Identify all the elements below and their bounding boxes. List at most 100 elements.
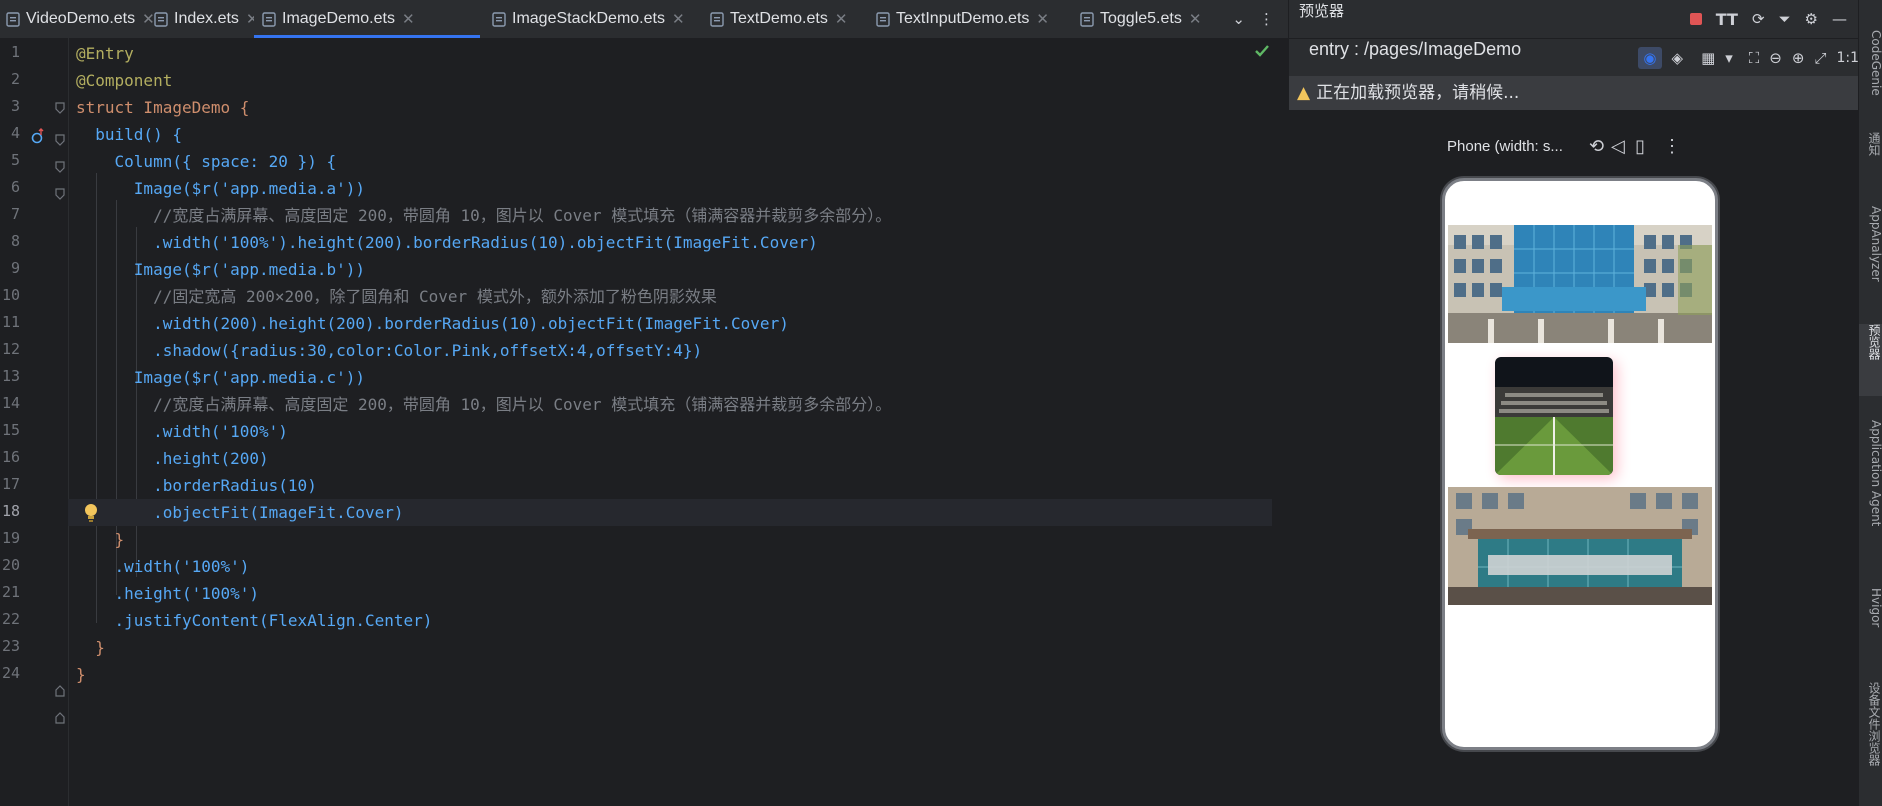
tab-label: TextInputDemo.ets [896,10,1030,27]
fold-end-icon[interactable] [55,685,65,697]
line-number: 9 [10,259,20,277]
override-marker-icon[interactable] [31,128,45,146]
code-text: .width(200).height(200).borderRadius(10)… [76,314,789,333]
strip-application-agent[interactable]: Application Agent [1859,420,1882,568]
tab-textdemo[interactable]: TextDemo.ets ✕ [710,0,847,38]
fold-end-icon[interactable] [55,712,65,724]
code-line: } [76,634,1272,661]
line-number: 21 [1,583,20,601]
strip-hvigor[interactable]: Hvigor [1859,588,1882,652]
image-b [1495,357,1613,475]
tab-toggle5[interactable]: Toggle5.ets ✕ [1080,0,1201,38]
back-icon[interactable]: ◁ [1611,136,1625,157]
line-number: 14 [1,394,20,412]
code-line: .width(200).height(200).borderRadius(10)… [76,310,1272,337]
code-area[interactable]: @Entry @Component struct ImageDemo { bui… [68,38,1272,806]
close-icon[interactable]: ✕ [1189,10,1202,28]
tab-imagedemo[interactable]: ImageDemo.ets ✕ [254,0,480,38]
filter-icon[interactable]: ⏷ [1779,10,1791,28]
close-icon[interactable]: ✕ [142,10,155,28]
loading-warning-text: 正在加载预览器，请稍候... [1316,83,1520,103]
refresh-icon[interactable]: ⟳ [1752,10,1765,28]
chevron-down-icon[interactable]: ⌄ [1232,10,1245,28]
code-text: .width('100%') [76,557,250,576]
code-text: .width('100%').height(200).borderRadius(… [76,233,818,252]
code-text: .width('100%') [76,422,288,441]
code-text: Image($r('app.media.a')) [76,179,365,198]
gear-icon[interactable]: ⚙ [1805,10,1818,28]
fold-icon[interactable] [55,102,65,114]
zoom-actual-size[interactable]: 1:1 [1836,50,1859,66]
tab-label: ImageStackDemo.ets [512,10,665,27]
zoom-out-icon[interactable]: ⊖ [1769,49,1782,67]
check-icon [1255,45,1269,57]
ets-file-icon [6,11,20,27]
strip-device-file-browser[interactable]: 设备文件浏览器 [1859,682,1882,800]
fit-screen-icon[interactable]: ⤢ [1814,49,1826,67]
close-icon[interactable]: ✕ [1036,10,1049,28]
zoom-in-icon[interactable]: ⊕ [1792,49,1805,67]
code-line: .height('100%') [76,580,1272,607]
code-line: @Component [76,67,1272,94]
strip-appanalyzer[interactable]: AppAnalyzer [1859,206,1882,312]
inspector-icon[interactable]: ◉ [1638,47,1662,69]
crop-icon[interactable]: ⛶ [1749,49,1760,67]
fold-icon[interactable] [55,161,65,173]
code-line: //固定宽高 200×200，除了圆角和 Cover 模式外，额外添加了粉色阴影… [76,283,1272,310]
code-line: .width('100%').height(200).borderRadius(… [76,229,1272,256]
editor-scrollbar[interactable] [1276,38,1288,806]
font-size-icon[interactable]: TT [1716,10,1738,29]
line-number: 5 [10,151,20,169]
ets-file-icon [492,11,506,27]
code-line-current[interactable]: .objectFit(ImageFit.Cover) [68,499,1272,526]
code-line: Image($r('app.media.a')) [76,175,1272,202]
tab-videodemo[interactable]: VideoDemo.ets ✕ [6,0,155,38]
code-line: Image($r('app.media.c')) [76,364,1272,391]
editor-tab-bar: VideoDemo.ets ✕ Index.ets ✕ ImageDemo.et… [0,0,1288,39]
chevron-down-icon[interactable]: ▾ [1725,49,1733,67]
tab-textinputdemo[interactable]: TextInputDemo.ets ✕ [876,0,1049,38]
more-vertical-icon[interactable]: ⋮ [1259,10,1274,28]
code-line: //宽度占满屏幕、高度固定 200，带圆角 10，图片以 Cover 模式填充（… [76,202,1272,229]
close-icon[interactable]: ✕ [402,10,415,28]
ide-window: VideoDemo.ets ✕ Index.ets ✕ ImageDemo.et… [0,0,1882,806]
minimize-icon[interactable]: — [1832,10,1847,28]
code-text: @Entry [76,44,134,63]
line-gutter: 1 2 3 4 5 6 7 8 9 10 11 12 13 14 15 16 1… [0,38,69,806]
strip-notifications[interactable]: 通知 [1859,132,1882,182]
line-number: 8 [10,232,20,250]
lightbulb-icon[interactable] [84,503,98,523]
close-icon[interactable]: ✕ [672,10,685,28]
line-number: 15 [1,421,20,439]
code-comment: //宽度占满屏幕、高度固定 200，带圆角 10，图片以 Cover 模式填充（… [76,395,892,414]
line-number: 1 [10,43,20,61]
strip-codegenie[interactable]: CodeGenie [1859,30,1882,120]
previewer-header-tools: TT ⟳ ⏷ ⚙ — [1689,0,1847,38]
close-icon[interactable]: ✕ [835,10,848,28]
code-text: Image($r('app.media.c')) [76,368,365,387]
layers-icon[interactable]: ◈ [1672,49,1684,67]
tab-imagestackdemo[interactable]: ImageStackDemo.ets ✕ [492,0,685,38]
device-label[interactable]: Phone (width: s... [1447,138,1563,155]
device-rotate-icon[interactable]: ▯ [1635,136,1645,157]
strip-previewer[interactable]: 预览器 [1859,324,1882,396]
more-vertical-icon[interactable]: ⋮ [1663,136,1681,157]
image-c [1448,487,1712,605]
code-text: Image($r('app.media.b')) [76,260,365,279]
stop-icon[interactable] [1689,13,1702,25]
ets-file-icon [876,11,890,27]
tab-label: Index.ets [174,10,239,27]
code-editor[interactable]: 1 2 3 4 5 6 7 8 9 10 11 12 13 14 15 16 1… [0,38,1288,806]
grid-icon[interactable]: ▦ [1701,49,1715,67]
fold-icon[interactable] [55,134,65,146]
previewer-toolbar: entry : /pages/ImageDemo ◉ ◈ ▦ ▾ ⛶ ⊖ ⊕ ⤢… [1289,38,1859,77]
code-line: //宽度占满屏幕、高度固定 200，带圆角 10，图片以 Cover 模式填充（… [76,391,1272,418]
tab-index[interactable]: Index.ets ✕ [154,0,259,38]
code-text: Column({ space: 20 }) { [76,152,337,171]
image-a [1448,225,1712,343]
fold-icon[interactable] [55,188,65,200]
rotate-icon[interactable]: ⟲ [1589,136,1604,157]
line-number: 23 [1,637,20,655]
tab-label: Toggle5.ets [1100,10,1182,27]
code-text: struct ImageDemo { [76,98,250,117]
